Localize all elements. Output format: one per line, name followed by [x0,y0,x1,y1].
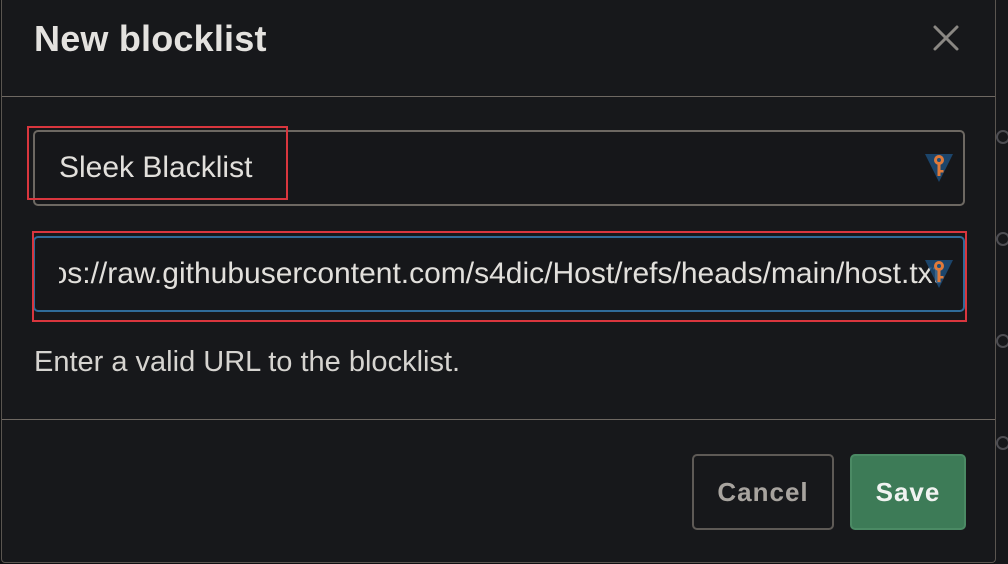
new-blocklist-dialog: New blocklist os://raw.githubusercontent… [1,0,996,563]
url-input-viewport[interactable]: os://raw.githubusercontent.com/s4dic/Hos… [59,238,941,310]
save-button[interactable]: Save [850,454,966,530]
blocklist-name-input[interactable] [59,132,939,204]
blocklist-name-field[interactable] [33,130,965,206]
dialog-header: New blocklist [2,0,995,97]
close-button[interactable] [926,18,966,58]
dialog-footer: Cancel Save [2,419,995,563]
dialog-title: New blocklist [34,18,267,59]
cancel-button[interactable]: Cancel [692,454,834,530]
url-help-text: Enter a valid URL to the blocklist. [34,346,461,378]
background-radio-icon [996,436,1008,450]
close-icon [933,25,959,51]
key-icon[interactable] [923,256,955,292]
key-icon[interactable] [923,150,955,186]
blocklist-url-field[interactable]: os://raw.githubusercontent.com/s4dic/Hos… [33,236,965,312]
blocklist-url-input[interactable]: os://raw.githubusercontent.com/s4dic/Hos… [59,238,941,310]
background-radio-icon [996,232,1008,246]
background-page-edge [995,0,1008,564]
background-radio-icon [996,130,1008,144]
background-radio-icon [996,334,1008,348]
